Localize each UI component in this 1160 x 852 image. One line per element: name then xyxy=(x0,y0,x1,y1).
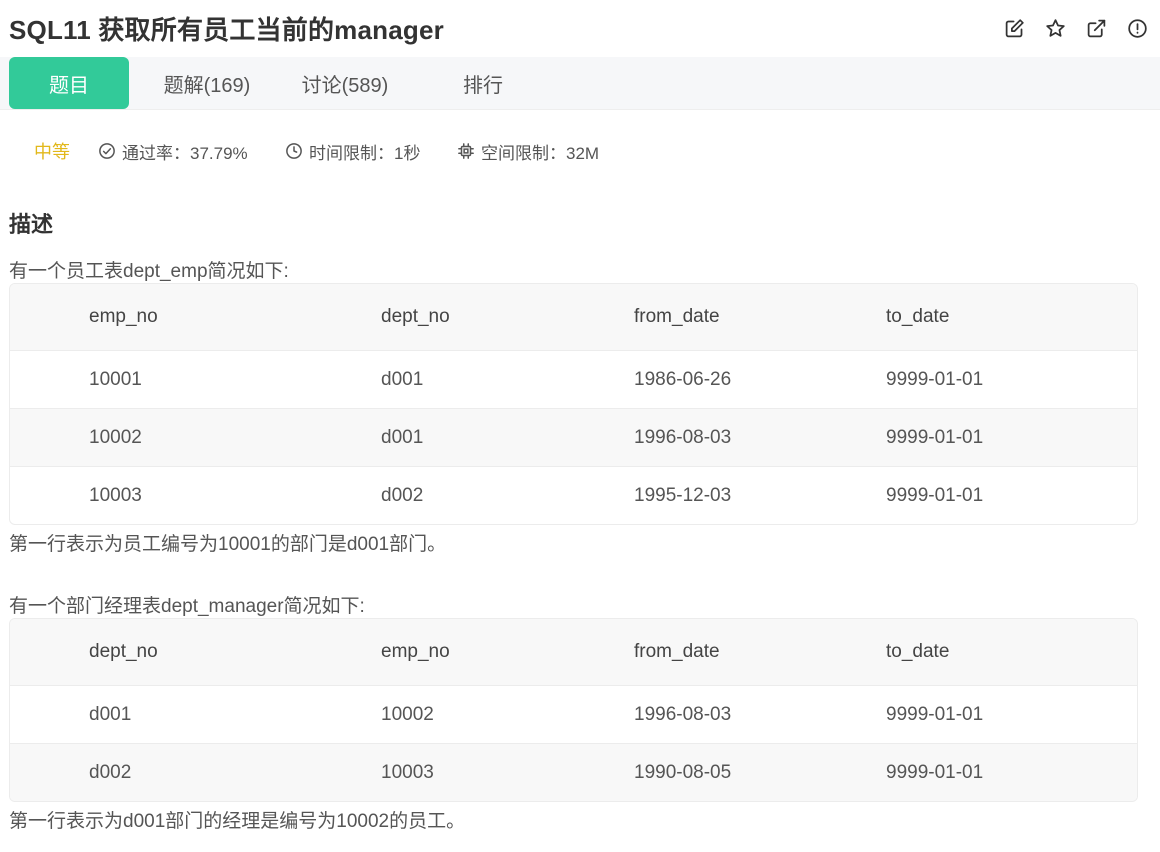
time-limit-text: 时间限制：1秒 xyxy=(309,143,421,163)
table-cell: 10003 xyxy=(89,484,142,506)
table-row: 10001 d001 1986-06-26 9999-01-01 xyxy=(10,350,1137,408)
table-cell: 9999-01-01 xyxy=(886,703,984,725)
table-cell: 9999-01-01 xyxy=(886,368,984,390)
edit-icon[interactable] xyxy=(1001,15,1027,41)
difficulty-badge: 中等 xyxy=(34,142,70,162)
clock-icon xyxy=(286,143,302,159)
intro-dept-manager: 有一个部门经理表dept_manager简况如下: xyxy=(9,596,365,617)
table-row: 10002 d001 1996-08-03 9999-01-01 xyxy=(10,408,1137,466)
table-cell: 10002 xyxy=(381,703,434,725)
table-row: 10003 d002 1995-12-03 9999-01-01 xyxy=(10,466,1137,524)
table-header-row: dept_no emp_no from_date to_date xyxy=(10,619,1137,685)
table-cell: d001 xyxy=(381,426,424,448)
table-cell: 1995-12-03 xyxy=(634,484,732,506)
table-cell: 9999-01-01 xyxy=(886,426,984,448)
table-cell: 10002 xyxy=(89,426,142,448)
table-row: d002 10003 1990-08-05 9999-01-01 xyxy=(10,743,1137,801)
table-cell: d001 xyxy=(381,368,424,390)
table-cell: 1996-08-03 xyxy=(634,703,732,725)
pass-rate-text: 通过率：37.79% xyxy=(122,143,248,163)
table-cell: d001 xyxy=(89,703,132,725)
table-cell: 9999-01-01 xyxy=(886,484,984,506)
problem-header: SQL11 获取所有员工当前的manager xyxy=(0,0,1160,56)
column-header: emp_no xyxy=(381,641,450,662)
table-cell: 1986-06-26 xyxy=(634,368,732,390)
chip-icon xyxy=(458,143,474,159)
pass-rate: 通过率：37.79% xyxy=(98,139,248,164)
column-header: from_date xyxy=(634,641,720,662)
intro-dept-emp: 有一个员工表dept_emp简况如下: xyxy=(9,261,289,282)
check-circle-icon xyxy=(99,143,115,159)
column-header: emp_no xyxy=(89,306,158,327)
table-cell: 9999-01-01 xyxy=(886,761,984,783)
table-cell: d002 xyxy=(381,484,424,506)
table-cell: 10003 xyxy=(381,761,434,783)
star-icon[interactable] xyxy=(1042,15,1068,41)
table-cell: 1990-08-05 xyxy=(634,761,732,783)
tab-bar: 题目 题解(169) 讨论(589) 排行 xyxy=(0,57,1160,110)
description-heading: 描述 xyxy=(9,212,54,237)
column-header: from_date xyxy=(634,306,720,327)
table-row: d001 10002 1996-08-03 9999-01-01 xyxy=(10,685,1137,743)
table-header-row: emp_no dept_no from_date to_date xyxy=(10,284,1137,350)
table-cell: d002 xyxy=(89,761,132,783)
space-limit: 空间限制：32M xyxy=(457,139,599,164)
column-header: to_date xyxy=(886,641,950,662)
space-limit-text: 空间限制：32M xyxy=(481,143,600,163)
time-limit: 时间限制：1秒 xyxy=(285,139,420,164)
column-header: to_date xyxy=(886,306,950,327)
note-dept-emp: 第一行表示为员工编号为10001的部门是d001部门。 xyxy=(9,534,447,555)
dept-emp-table: emp_no dept_no from_date to_date 10001 d… xyxy=(9,283,1138,525)
tab-ranking[interactable]: 排行 xyxy=(422,57,544,109)
dept-manager-table: dept_no emp_no from_date to_date d001 10… xyxy=(9,618,1138,802)
column-header: dept_no xyxy=(381,306,450,327)
header-actions xyxy=(1001,15,1150,41)
table-cell: 1996-08-03 xyxy=(634,426,732,448)
tab-discussion[interactable]: 讨论(589) xyxy=(284,57,406,109)
column-header: dept_no xyxy=(89,641,158,662)
tab-solutions[interactable]: 题解(169) xyxy=(146,57,268,109)
problem-title: SQL11 获取所有员工当前的manager xyxy=(9,14,444,45)
share-icon[interactable] xyxy=(1083,15,1109,41)
tab-problem[interactable]: 题目 xyxy=(9,57,129,109)
info-icon[interactable] xyxy=(1124,15,1150,41)
note-dept-manager: 第一行表示为d001部门的经理是编号为10002的员工。 xyxy=(9,811,466,832)
table-cell: 10001 xyxy=(89,368,142,390)
